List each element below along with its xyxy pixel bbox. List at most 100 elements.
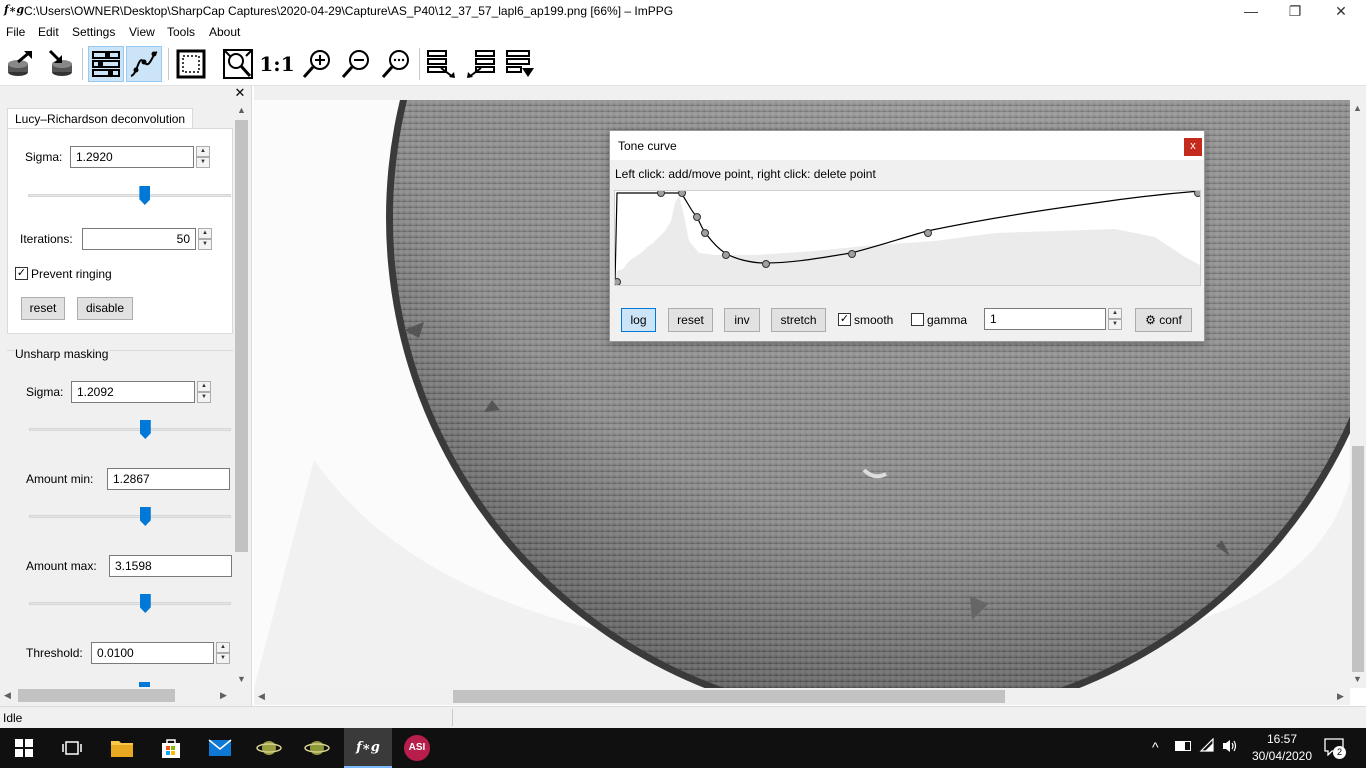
tone-curve-title: Tone curve [618,139,677,153]
toggle-processing-panel-icon[interactable] [88,46,124,82]
curve-point[interactable] [615,278,621,286]
wifi-icon[interactable] [1199,738,1215,754]
tc-smooth-label: smooth [854,313,894,327]
zoom-1to1-button[interactable]: 1:1 [259,46,295,82]
tc-gamma-checkbox[interactable] [911,313,924,326]
curve-point[interactable] [1194,191,1201,197]
fit-selection-icon[interactable] [173,46,209,82]
tc-reset-button[interactable]: reset [668,308,713,332]
toggle-tone-curve-icon[interactable] [126,46,162,82]
saturn-app-2-icon[interactable] [293,728,341,768]
threshold-input[interactable]: 0.0100 [91,642,214,664]
menu-file[interactable]: File [6,25,25,39]
tc-stretch-button[interactable]: stretch [771,308,826,332]
restore-button[interactable]: ❐ [1272,0,1318,23]
mail-icon[interactable] [196,728,244,768]
tone-curve-title-bar[interactable]: Tone curve x [610,131,1204,160]
curve-point[interactable] [924,229,932,237]
toolbar: 1:1 [0,42,1366,86]
notifications-icon[interactable]: 2 [1324,738,1346,759]
minimize-button[interactable]: — [1228,0,1274,23]
image-vertical-scroll-thumb[interactable] [1352,446,1364,672]
tone-curve-hint: Left click: add/move point, right click:… [615,167,876,181]
lr-sigma-slider[interactable] [28,186,231,206]
processing-panel: ✕ Lucy–Richardson deconvolution Sigma: 1… [0,86,252,706]
image-vertical-scrollbar[interactable]: ▲ ▼ [1350,100,1366,688]
clock-date[interactable]: 30/04/2020 [1246,749,1318,763]
amount-max-input[interactable]: 3.1598 [109,555,232,577]
curve-point[interactable] [678,191,686,197]
lr-disable-button[interactable]: disable [77,297,133,320]
menu-tools[interactable]: Tools [167,25,195,39]
tc-inv-button[interactable]: inv [724,308,760,332]
lr-sigma-slider-thumb[interactable] [139,186,151,205]
prevent-ringing-label: Prevent ringing [31,267,112,281]
tone-curve-graph[interactable] [614,190,1201,286]
tone-curve-close-button[interactable]: x [1184,138,1202,156]
tc-log-button[interactable]: log [621,308,656,332]
amount-min-input[interactable]: 1.2867 [107,468,230,490]
close-panel-icon[interactable]: ✕ [232,86,248,100]
menu-settings[interactable]: Settings [72,25,115,39]
lr-reset-button[interactable]: reset [21,297,65,320]
usm-sigma-slider[interactable] [29,420,231,440]
panel-vertical-scrollbar[interactable]: ▲ ▼ [234,102,249,686]
open-file-icon[interactable] [2,46,38,82]
menu-edit[interactable]: Edit [38,25,59,39]
file-explorer-icon[interactable] [98,728,146,768]
volume-icon[interactable] [1221,738,1239,754]
zoom-out-icon[interactable] [338,46,374,82]
zoom-in-icon[interactable] [299,46,335,82]
zoom-custom-icon[interactable] [378,46,414,82]
task-view-icon[interactable] [48,728,96,768]
curve-point[interactable] [657,191,665,197]
app-logo-icon: f∗g [4,3,25,16]
curve-point[interactable] [722,251,730,259]
imppg-icon[interactable]: f∗g [344,728,392,768]
close-window-button[interactable]: ✕ [1318,0,1364,23]
alignment-icon[interactable] [463,46,499,82]
tc-smooth-checkbox[interactable]: ✓ [838,313,851,326]
amount-max-slider-thumb[interactable] [139,594,151,613]
clock-time[interactable]: 16:57 [1246,732,1318,746]
curve-point[interactable] [848,250,856,258]
threshold-spinner[interactable]: ▲ ▼ [216,642,230,664]
curve-point[interactable] [762,260,770,268]
lr-iterations-input[interactable]: 50 [82,228,196,250]
start-icon[interactable] [0,728,48,768]
menu-view[interactable]: View [129,25,155,39]
lr-sigma-spinner[interactable]: ▲ ▼ [196,146,210,168]
usm-sigma-input[interactable]: 1.2092 [71,381,195,403]
menu-about[interactable]: About [209,25,240,39]
lr-iterations-spinner[interactable]: ▲ ▼ [198,228,212,250]
zoom-fit-icon[interactable] [220,46,256,82]
image-horizontal-scrollbar[interactable]: ◀ ▶ [254,688,1350,705]
batch-processing-icon[interactable] [423,46,459,82]
menu-bar: File Edit Settings View Tools About [0,23,1366,42]
amount-min-slider[interactable] [29,507,231,527]
battery-icon[interactable] [1175,741,1191,751]
tc-gamma-input[interactable]: 1 [984,308,1106,330]
curve-point[interactable] [701,229,709,237]
image-horizontal-scroll-thumb[interactable] [453,690,1005,703]
lr-sigma-input[interactable]: 1.2920 [70,146,194,168]
tc-gamma-spinner[interactable]: ▲ ▼ [1108,308,1122,330]
curve-point[interactable] [693,213,701,221]
usm-sigma-spinner[interactable]: ▲ ▼ [197,381,211,403]
prevent-ringing-checkbox[interactable]: ✓ [15,267,28,280]
unsharp-masking-title: Unsharp masking [14,347,110,361]
saturn-app-icon[interactable] [245,728,293,768]
amount-min-slider-thumb[interactable] [139,507,151,526]
panel-horizontal-scrollbar[interactable]: ◀ ▶ [0,687,234,704]
panel-horizontal-scroll-thumb[interactable] [18,689,175,702]
status-bar: Idle [0,706,1366,728]
store-icon[interactable] [147,728,195,768]
asi-studio-icon[interactable]: ASI [393,728,441,768]
settings-merge-icon[interactable] [502,46,538,82]
save-file-icon[interactable] [42,46,78,82]
panel-vertical-scroll-thumb[interactable] [235,120,248,552]
amount-max-slider[interactable] [29,594,231,614]
tc-conf-button[interactable]: ⚙ conf [1135,308,1192,332]
tray-chevron-icon[interactable]: ^ [1152,739,1159,755]
usm-sigma-slider-thumb[interactable] [139,420,151,439]
